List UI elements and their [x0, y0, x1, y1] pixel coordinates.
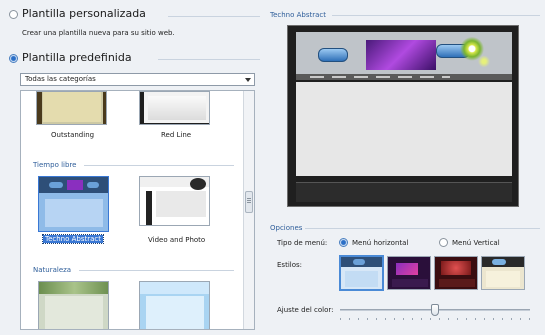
category-header-naturaleza: Naturaleza: [33, 266, 72, 274]
menu-vertical-radio[interactable]: [439, 238, 448, 247]
preview-flower-decoration: [456, 32, 496, 74]
template-name-techno-abstract[interactable]: Techno Abstract: [41, 234, 105, 244]
template-name-video-photo[interactable]: Video and Photo: [148, 236, 205, 244]
template-gallery[interactable]: Outstanding Red Line Tiempo libre Techno…: [20, 90, 255, 330]
template-thumb-naturaleza-2[interactable]: [139, 281, 210, 329]
menu-horizontal-label[interactable]: Menú horizontal: [352, 239, 408, 247]
preview-logo-pill-left: [318, 48, 348, 62]
template-thumb-outstanding[interactable]: [36, 91, 107, 125]
styles-label: Estilos:: [277, 261, 302, 269]
options-separator: [305, 228, 540, 229]
style-swatch-2[interactable]: [387, 256, 431, 290]
preview-header-banner: [366, 40, 436, 70]
preview-nav-bar: [296, 74, 512, 80]
menu-vertical-label[interactable]: Menú Vertical: [452, 239, 500, 247]
custom-template-label[interactable]: Plantilla personalizada: [22, 7, 146, 20]
options-title: Opciones: [270, 224, 303, 232]
chevron-down-icon[interactable]: [245, 78, 251, 82]
style-swatch-4[interactable]: [481, 256, 525, 290]
naturaleza-separator: [79, 270, 234, 271]
scrollbar-thumb[interactable]: [245, 191, 253, 213]
custom-template-description: Crear una plantilla nueva para su sitio …: [22, 29, 175, 37]
template-preview: [287, 25, 519, 207]
predefined-separator: [158, 59, 260, 60]
template-thumb-red-line[interactable]: [139, 91, 210, 125]
menu-type-label: Tipo de menú:: [277, 239, 328, 247]
template-thumb-video-photo[interactable]: [139, 176, 210, 226]
template-thumb-techno-abstract[interactable]: [38, 176, 109, 232]
style-swatch-1[interactable]: [339, 255, 384, 291]
category-select[interactable]: Todas las categorías: [20, 73, 255, 86]
predefined-template-radio[interactable]: [9, 54, 18, 63]
preview-title: Techno Abstract: [270, 11, 327, 19]
tiempo-libre-separator: [84, 165, 234, 166]
template-name-outstanding[interactable]: Outstanding: [51, 131, 94, 139]
style-swatch-3[interactable]: [434, 256, 478, 290]
custom-separator: [168, 16, 260, 17]
custom-template-radio[interactable]: [9, 10, 18, 19]
preview-footer: [296, 182, 512, 202]
color-adjust-slider[interactable]: [340, 304, 530, 324]
slider-ticks: [340, 318, 530, 320]
template-thumb-naturaleza-1[interactable]: [38, 281, 109, 329]
preview-content-area: [296, 82, 512, 176]
gallery-scrollbar[interactable]: [243, 91, 254, 329]
category-header-tiempo-libre: Tiempo libre: [33, 161, 77, 169]
template-name-red-line[interactable]: Red Line: [161, 131, 191, 139]
color-adjust-label: Ajuste del color:: [277, 306, 334, 314]
category-select-value: Todas las categorías: [25, 75, 96, 83]
preview-separator: [332, 15, 540, 16]
menu-horizontal-radio[interactable]: [339, 238, 348, 247]
slider-thumb[interactable]: [431, 304, 439, 316]
predefined-template-label[interactable]: Plantilla predefinida: [22, 51, 132, 64]
